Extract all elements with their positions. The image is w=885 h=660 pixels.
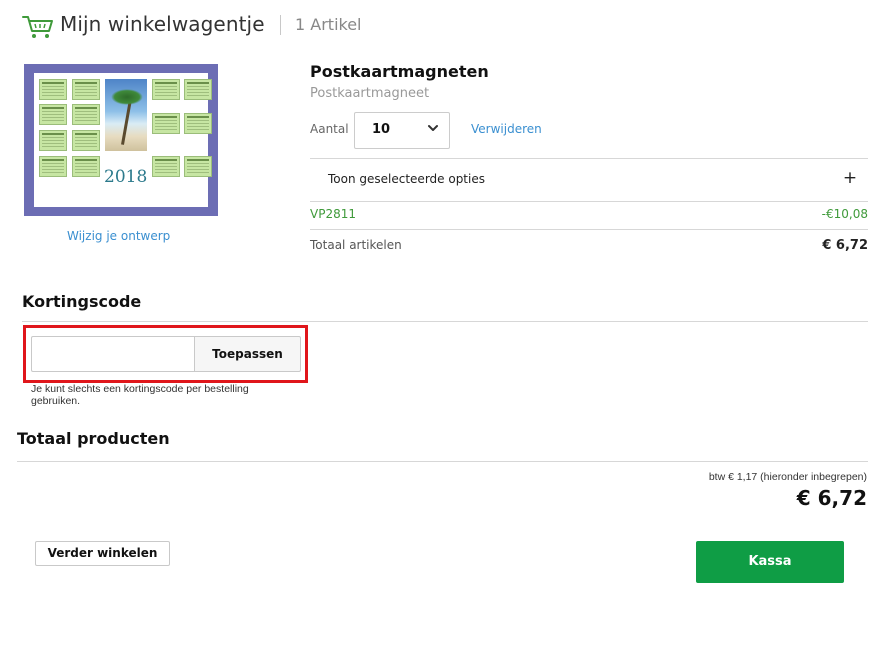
beach-photo <box>105 79 147 151</box>
apply-coupon-button[interactable]: Toepassen <box>194 336 301 372</box>
quantity-label: Aantal <box>310 122 349 136</box>
remove-item-link[interactable]: Verwijderen <box>471 122 542 136</box>
checkout-button[interactable]: Kassa <box>696 541 844 583</box>
page-title: Mijn winkelwagentje <box>60 12 265 36</box>
cart-item-count: 1 Artikel <box>295 15 362 34</box>
calendar-year: 2018 <box>104 167 148 187</box>
applied-discount-code: VP2811 <box>310 207 356 221</box>
shopping-cart-icon <box>22 16 53 38</box>
calendar-preview: 2018 <box>34 73 212 207</box>
items-total-value: € 6,72 <box>822 238 868 253</box>
vat-note: btw € 1,17 (hieronder inbegrepen) <box>708 471 867 483</box>
grand-total: € 6,72 <box>796 486 867 510</box>
divider <box>22 321 868 322</box>
discount-amount: -€10,08 <box>821 207 868 221</box>
coupon-note: Je kunt slechts een kortingscode per bes… <box>31 383 249 407</box>
divider <box>310 158 868 159</box>
divider <box>17 461 868 462</box>
items-total-label: Totaal artikelen <box>310 238 402 252</box>
product-subtitle: Postkaartmagneet <box>310 86 430 101</box>
edit-design-link[interactable]: Wijzig je ontwerp <box>67 229 170 243</box>
product-name: Postkaartmagneten <box>310 62 489 81</box>
totals-section-title: Totaal producten <box>17 429 170 448</box>
product-thumbnail[interactable]: 2018 <box>24 64 218 216</box>
title-divider <box>280 15 281 35</box>
quantity-value: 10 <box>372 122 391 137</box>
divider <box>310 229 868 230</box>
coupon-code-input[interactable] <box>31 336 195 372</box>
continue-shopping-button[interactable]: Verder winkelen <box>35 541 170 566</box>
divider <box>310 201 868 202</box>
coupon-section-title: Kortingscode <box>22 292 142 311</box>
plus-icon[interactable]: + <box>840 168 860 188</box>
show-options-toggle[interactable]: Toon geselecteerde opties <box>328 172 485 186</box>
chevron-down-icon <box>428 125 438 131</box>
